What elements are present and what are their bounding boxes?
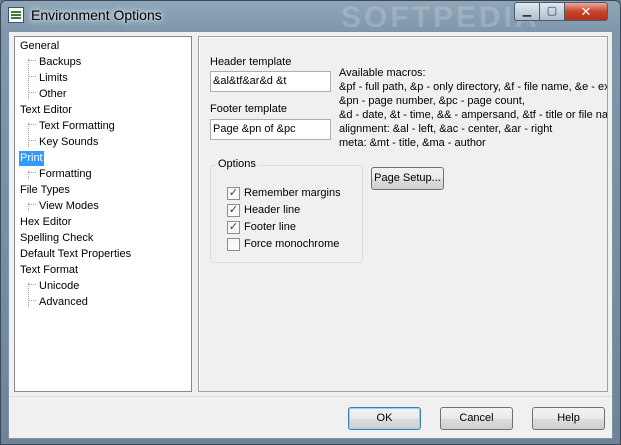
tree-connector bbox=[28, 92, 36, 93]
tree-item-backups[interactable]: Backups bbox=[38, 55, 82, 70]
cancel-button[interactable]: Cancel bbox=[440, 407, 513, 430]
tree-connector bbox=[28, 60, 36, 61]
close-button[interactable]: ✕ bbox=[564, 2, 608, 21]
title-bar[interactable]: Environment Options SOFTPEDIA ▁ ▢ ✕ bbox=[1, 1, 620, 34]
minimize-button[interactable]: ▁ bbox=[514, 2, 540, 21]
header-template-label: Header template bbox=[210, 56, 292, 68]
header-template-input[interactable]: &al&tf&ar&d &t bbox=[210, 71, 331, 92]
options-groupbox: Options ✓ Remember margins ✓ Header line… bbox=[210, 158, 363, 263]
window-title: Environment Options bbox=[31, 7, 162, 23]
macros-line: meta: &mt - title, &ma - author bbox=[339, 137, 486, 149]
footer-line-label: Footer line bbox=[244, 221, 296, 233]
force-monochrome-checkbox[interactable] bbox=[227, 238, 240, 251]
maximize-button[interactable]: ▢ bbox=[539, 2, 565, 21]
tree-item-text-format[interactable]: Text Format bbox=[19, 263, 79, 278]
tree-item-text-formatting[interactable]: Text Formatting bbox=[38, 119, 116, 134]
options-group-title: Options bbox=[216, 158, 258, 170]
tree-item-file-types[interactable]: File Types bbox=[19, 183, 71, 198]
macros-line: &pf - full path, &p - only directory, &f… bbox=[339, 81, 607, 93]
tree-connector bbox=[28, 283, 29, 307]
tree-item-print[interactable]: Print bbox=[19, 151, 44, 166]
footer-template-input[interactable]: Page &pn of &pc bbox=[210, 119, 331, 140]
tree-connector bbox=[28, 59, 29, 99]
tree-item-general[interactable]: General bbox=[19, 39, 60, 54]
tree-connector bbox=[28, 172, 36, 173]
tree-connector bbox=[28, 140, 36, 141]
page-setup-button[interactable]: Page Setup... bbox=[371, 167, 444, 190]
macros-line: &pn - page number, &pc - page count, bbox=[339, 95, 525, 107]
tree-item-text-editor[interactable]: Text Editor bbox=[19, 103, 73, 118]
maximize-icon: ▢ bbox=[546, 5, 558, 17]
footer-line-checkbox[interactable]: ✓ bbox=[227, 221, 240, 234]
macros-title: Available macros: bbox=[339, 67, 426, 79]
header-line-label: Header line bbox=[244, 204, 301, 216]
tree-item-formatting[interactable]: Formatting bbox=[38, 167, 93, 182]
tree-item-unicode[interactable]: Unicode bbox=[38, 279, 80, 294]
environment-options-window: Environment Options SOFTPEDIA ▁ ▢ ✕ Gene… bbox=[0, 0, 621, 445]
tree-connector bbox=[28, 284, 36, 285]
force-monochrome-label: Force monochrome bbox=[244, 238, 340, 250]
watermark: SOFTPEDIA bbox=[341, 1, 540, 34]
print-settings-panel: Header template &al&tf&ar&d &t Footer te… bbox=[198, 36, 608, 392]
tree-item-limits[interactable]: Limits bbox=[38, 71, 69, 86]
tree-item-advanced[interactable]: Advanced bbox=[38, 295, 89, 310]
tree-connector bbox=[28, 300, 36, 301]
tree-item-default-text-properties[interactable]: Default Text Properties bbox=[19, 247, 132, 262]
remember-margins-label: Remember margins bbox=[244, 187, 341, 199]
tree-connector bbox=[28, 123, 29, 147]
tree-item-hex-editor[interactable]: Hex Editor bbox=[19, 215, 72, 230]
header-line-checkbox[interactable]: ✓ bbox=[227, 204, 240, 217]
tree-connector bbox=[28, 76, 36, 77]
macros-line: &d - date, &t - time, && - ampersand, &t… bbox=[339, 109, 607, 121]
available-macros-text: Available macros: &pf - full path, &p - … bbox=[339, 66, 607, 150]
minimize-icon: ▁ bbox=[522, 5, 532, 17]
tree-connector bbox=[28, 124, 36, 125]
tree-item-spelling-check[interactable]: Spelling Check bbox=[19, 231, 94, 246]
remember-margins-checkbox[interactable]: ✓ bbox=[227, 187, 240, 200]
tree-connector bbox=[28, 204, 36, 205]
close-icon: ✕ bbox=[580, 4, 592, 19]
dialog-client-area: General Backups Limits Other Text Editor… bbox=[8, 31, 613, 439]
help-button[interactable]: Help bbox=[532, 407, 605, 430]
options-tree[interactable]: General Backups Limits Other Text Editor… bbox=[14, 36, 192, 392]
macros-line: alignment: &al - left, &ac - center, &ar… bbox=[339, 123, 553, 135]
document-icon[interactable] bbox=[8, 7, 24, 23]
tree-item-view-modes[interactable]: View Modes bbox=[38, 199, 100, 214]
dialog-button-bar: OK Cancel Help bbox=[9, 396, 612, 438]
tree-item-key-sounds[interactable]: Key Sounds bbox=[38, 135, 99, 150]
tree-item-other[interactable]: Other bbox=[38, 87, 68, 102]
footer-template-label: Footer template bbox=[210, 103, 288, 115]
ok-button[interactable]: OK bbox=[348, 407, 421, 430]
